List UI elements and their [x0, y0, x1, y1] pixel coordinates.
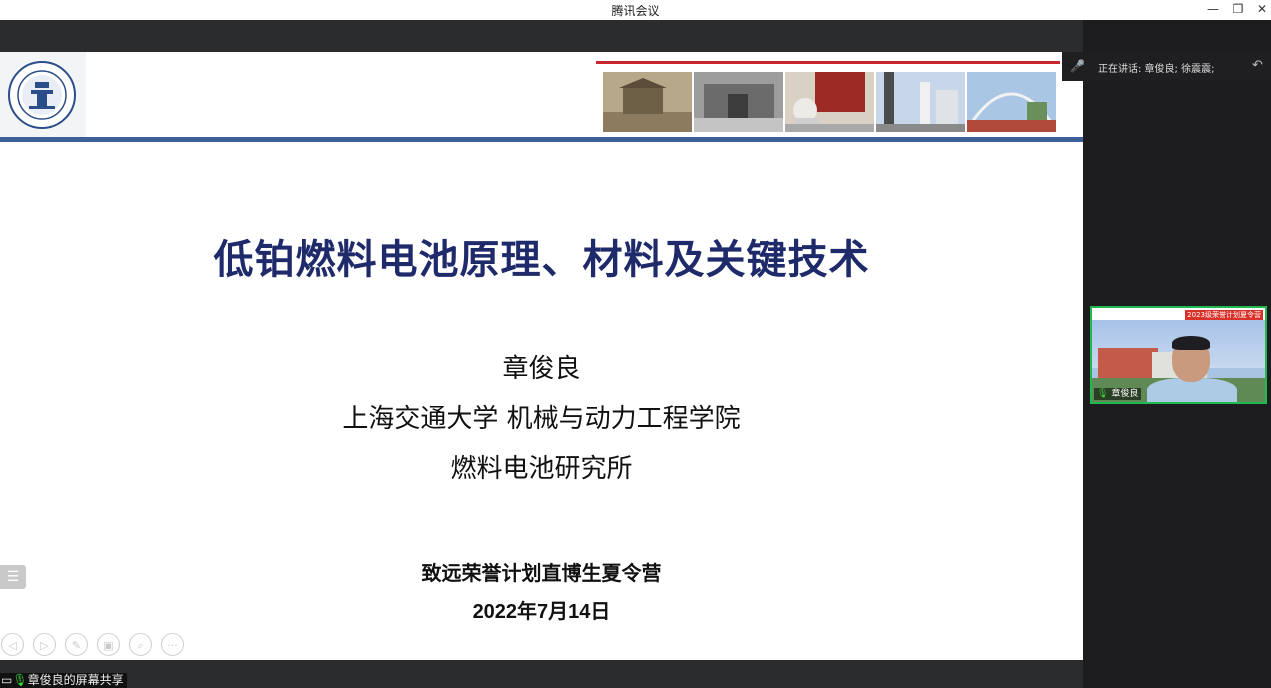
presentation-slide: 低铂燃料电池原理、材料及关键技术 章俊良 上海交通大学 机械与动力工程学院 燃料… [0, 52, 1083, 660]
presenter-name: 章俊良 [502, 354, 581, 384]
screen-icon: ▭ [1, 673, 13, 687]
participant-video-tile[interactable]: 2023级荣誉计划夏令营 🎙 章俊良 [1090, 306, 1267, 404]
pen-icon[interactable]: ✎ [65, 633, 88, 656]
campus-photo-strip [603, 72, 1056, 132]
copy-icon[interactable]: ▣ [97, 633, 120, 656]
campus-photo-2 [694, 72, 783, 132]
screen-share-label: ▭🎙章俊良的屏幕共享 [0, 673, 127, 688]
header-band [0, 137, 1083, 142]
video-banner-tag: 2023级荣誉计划夏令营 [1185, 310, 1263, 320]
close-icon[interactable]: ✕ [1250, 0, 1271, 20]
university-logo-icon [8, 61, 76, 129]
affiliation: 上海交通大学 机械与动力工程学院 [342, 404, 741, 434]
event-name: 致远荣誉计划直博生夏令营 [421, 561, 662, 585]
slide-list-icon[interactable]: ☰ [0, 565, 26, 589]
campus-photo-1 [603, 72, 692, 132]
participant-name: 🎙 章俊良 [1094, 388, 1142, 400]
window-title-bar: 腾讯会议 — ❐ ✕ [0, 0, 1271, 20]
window-title: 腾讯会议 [611, 4, 660, 18]
zoom-icon[interactable]: ⌕ [129, 633, 152, 656]
restore-icon[interactable]: ❐ [1226, 0, 1250, 20]
mic-muted-icon: 🎤 [1070, 59, 1085, 73]
campus-photo-4 [876, 72, 965, 132]
minimize-icon[interactable]: — [1201, 0, 1225, 20]
speaking-indicator: 🎤 正在讲话: 章俊良; 徐震震; ↶ [1062, 52, 1271, 81]
campus-photo-3 [785, 72, 874, 132]
next-icon[interactable]: ▷ [33, 633, 56, 656]
speaking-text: 正在讲话: 章俊良; 徐震震; [1098, 64, 1215, 75]
institute: 燃料电池研究所 [450, 454, 633, 484]
logo-container [0, 52, 86, 138]
prev-icon[interactable]: ◁ [1, 633, 24, 656]
collapse-icon[interactable]: ↶ [1252, 58, 1263, 73]
slide-date: 2022年7月14日 [472, 601, 611, 623]
accent-line [596, 61, 1060, 64]
more-icon[interactable]: ··· [161, 633, 184, 656]
mic-active-icon: 🎙 [1097, 389, 1109, 399]
campus-photo-5 [967, 72, 1056, 132]
mic-icon: 🎙 [12, 673, 28, 687]
slide-title: 低铂燃料电池原理、材料及关键技术 [213, 237, 870, 283]
